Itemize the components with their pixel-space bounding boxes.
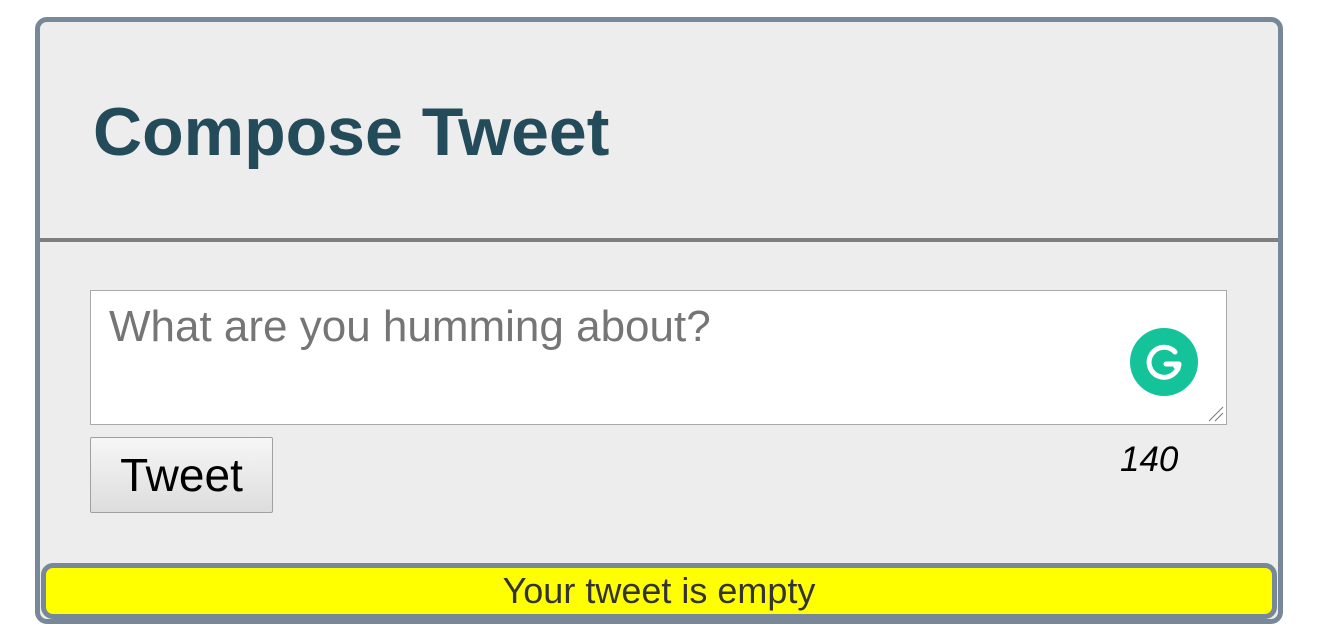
panel-header: Compose Tweet <box>40 22 1278 237</box>
tweet-textarea-container <box>90 290 1227 425</box>
resize-handle-icon[interactable] <box>1206 404 1224 422</box>
page-title: Compose Tweet <box>93 94 610 170</box>
empty-tweet-error-banner: Your tweet is empty <box>41 563 1277 619</box>
character-counter: 140 <box>1120 440 1179 479</box>
tweet-button[interactable]: Tweet <box>90 437 273 513</box>
compose-tweet-panel: Compose Tweet Tweet 140 Your tweet is em… <box>35 17 1283 624</box>
tweet-textarea[interactable] <box>91 291 1226 424</box>
header-divider <box>40 238 1278 242</box>
grammarly-icon[interactable] <box>1130 328 1198 396</box>
